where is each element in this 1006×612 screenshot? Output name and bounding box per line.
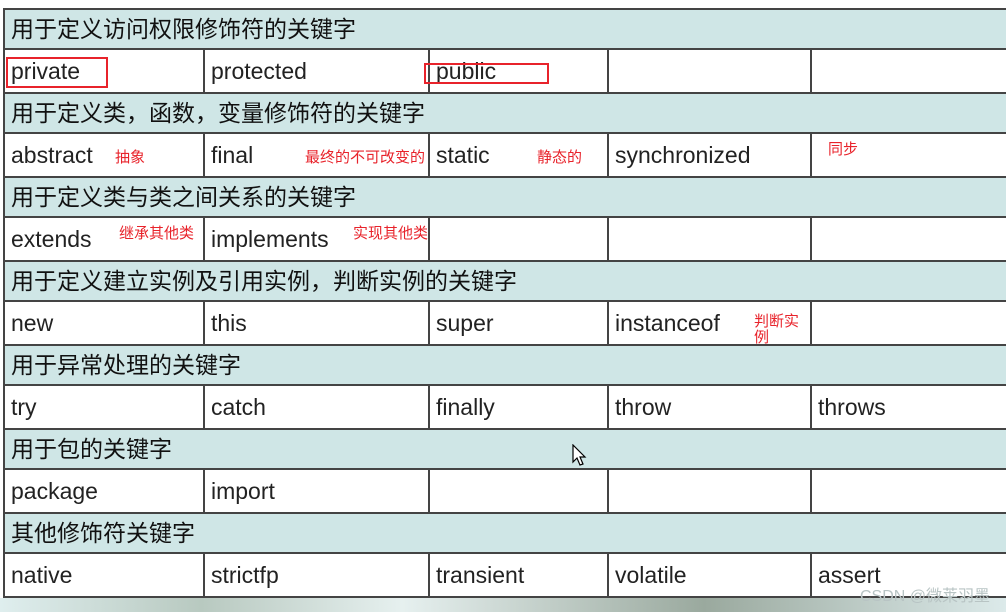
- keyword-cell: finally: [428, 386, 607, 428]
- keyword-text: strictfp: [211, 562, 279, 588]
- section-header: 用于定义访问权限修饰符的关键字: [3, 10, 1006, 50]
- keyword-text: final: [211, 142, 254, 168]
- keyword-text: this: [211, 310, 247, 336]
- keyword-cell: throw: [607, 386, 810, 428]
- keyword-cell: [607, 218, 810, 260]
- keyword-cell: [428, 218, 607, 260]
- table-row: abstract 抽象 final 最终的不可改变的 static 静态的 synchron…: [3, 134, 1006, 178]
- section-header: 其他修饰符关键字: [3, 514, 1006, 554]
- keyword-cell: strictfp: [203, 554, 428, 596]
- keyword-cell: synchronized: [607, 134, 810, 176]
- keyword-text: implements: [211, 226, 329, 252]
- keyword-cell: protected: [203, 50, 428, 92]
- keyword-cell: transient: [428, 554, 607, 596]
- background-image-strip: [0, 598, 1006, 612]
- keyword-text: extends: [11, 226, 92, 252]
- keyword-text: finally: [436, 394, 495, 420]
- keyword-cell: [810, 302, 1006, 344]
- keyword-text: transient: [436, 562, 525, 588]
- keyword-cell: [810, 470, 1006, 512]
- keyword-text: native: [11, 562, 73, 588]
- annotation-note: 同步: [828, 141, 859, 158]
- keyword-cell: try: [3, 386, 203, 428]
- keyword-text: try: [11, 394, 37, 420]
- annotation-note: 继承其他类: [119, 225, 195, 242]
- section-header: 用于异常处理的关键字: [3, 346, 1006, 386]
- keyword-cell: [810, 50, 1006, 92]
- keyword-text: static: [436, 142, 490, 168]
- keyword-cell: [607, 470, 810, 512]
- keyword-cell: implements 实现其他类: [203, 218, 428, 260]
- keyword-cell: [810, 218, 1006, 260]
- annotation-note: 抽象: [115, 149, 146, 166]
- keyword-text: throw: [615, 394, 672, 420]
- keyword-text: abstract: [11, 142, 93, 168]
- table-row: package import: [3, 470, 1006, 514]
- keyword-cell: extends 继承其他类: [3, 218, 203, 260]
- keyword-text: instanceof: [615, 310, 720, 336]
- keyword-text: protected: [211, 58, 307, 84]
- java-keywords-table: 用于定义访问权限修饰符的关键字 private protected public 用于定…: [3, 8, 1006, 598]
- table-row: new this super instanceof 判断实例: [3, 302, 1006, 346]
- annotation-note: 实现其他类: [353, 225, 429, 242]
- keyword-cell: catch: [203, 386, 428, 428]
- keyword-text: super: [436, 310, 494, 336]
- keyword-cell: new: [3, 302, 203, 344]
- table-row: extends 继承其他类 implements 实现其他类: [3, 218, 1006, 262]
- keyword-text: catch: [211, 394, 266, 420]
- annotation-note: 静态的: [537, 149, 583, 166]
- keyword-cell: [428, 470, 607, 512]
- keyword-text: import: [211, 478, 275, 504]
- keyword-cell: native: [3, 554, 203, 596]
- keyword-text: package: [11, 478, 98, 504]
- annotation-note: 判断实例: [754, 313, 800, 346]
- keyword-text: synchronized: [615, 142, 751, 168]
- keyword-cell: abstract 抽象: [3, 134, 203, 176]
- keyword-cell: volatile: [607, 554, 810, 596]
- annotation-note: 最终的不可改变的: [305, 149, 426, 166]
- table-row: native strictfp transient volatile assert: [3, 554, 1006, 598]
- keyword-text: throws: [818, 394, 886, 420]
- keyword-cell: instanceof 判断实例: [607, 302, 810, 346]
- keyword-cell: throws: [810, 386, 1006, 428]
- keyword-cell: super: [428, 302, 607, 344]
- section-header: 用于定义建立实例及引用实例，判断实例的关键字: [3, 262, 1006, 302]
- highlight-box-public: [424, 63, 549, 84]
- table-row: try catch finally throw throws: [3, 386, 1006, 430]
- keyword-cell: [607, 50, 810, 92]
- highlight-box-private: [6, 57, 108, 88]
- keyword-cell: static 静态的: [428, 134, 607, 176]
- watermark: CSDN @微莱羽墨: [859, 588, 990, 605]
- keyword-cell: final 最终的不可改变的: [203, 134, 428, 176]
- section-header: 用于包的关键字: [3, 430, 1006, 470]
- mouse-cursor-icon: [572, 444, 587, 466]
- section-header: 用于定义类与类之间关系的关键字: [3, 178, 1006, 218]
- keyword-cell: import: [203, 470, 428, 512]
- keyword-text: volatile: [615, 562, 687, 588]
- keyword-cell: this: [203, 302, 428, 344]
- section-header: 用于定义类，函数，变量修饰符的关键字: [3, 94, 1006, 134]
- keyword-cell: 同步: [810, 134, 1006, 176]
- keyword-text: new: [11, 310, 54, 336]
- keyword-cell: package: [3, 470, 203, 512]
